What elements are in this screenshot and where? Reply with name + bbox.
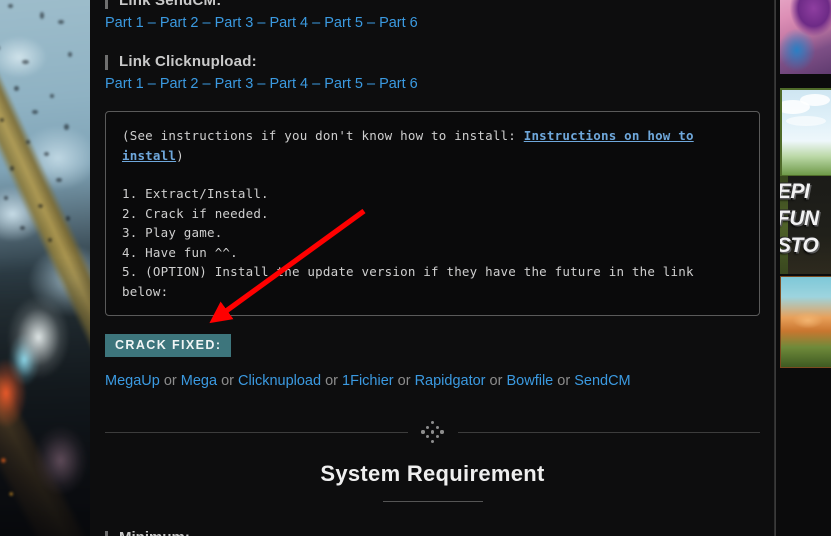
mirror-sep: or [397,373,411,389]
mirror-sep: or [221,373,234,389]
sep: – [198,15,215,31]
sep: – [362,15,380,31]
sendcm-part-3[interactable]: Part 3 [215,15,254,31]
mirror-link-sendcm[interactable]: SendCM [574,373,630,389]
heading-link-sendcm: Link SendCM: [105,0,760,9]
ad-anime-banner[interactable] [780,0,831,74]
right-advertisement-rail: EPI FUN STO [775,0,831,536]
clicknupload-part-2[interactable]: Part 2 [160,76,199,92]
install-instructions-box: (See instructions if you don't know how … [105,111,760,316]
clicknupload-part-6[interactable]: Part 6 [379,76,418,92]
instruction-step: 5. (OPTION) Install the update version i… [122,264,694,299]
mirror-sep: or [557,373,571,389]
sendcm-part-1[interactable]: Part 1 [105,15,144,31]
title-underline [382,501,483,502]
crack-fixed-mirror-links: MegaUp or Mega or Clicknupload or 1Fichi… [105,373,760,389]
ad-epic-fun-store[interactable]: EPI FUN STO [780,176,831,274]
mirror-link-1fichier[interactable]: 1Fichier [342,373,394,389]
left-background-artwork [0,0,90,536]
sep: – [308,15,325,31]
sep: – [253,15,270,31]
crack-fixed-badge: CRACK FIXED: [105,334,232,357]
divider-rule-right [457,431,760,433]
ad-text-line-2: FUN [780,207,819,230]
page-root: Link SendCM: Part 1 – Part 2 – Part 3 – … [0,0,831,536]
mirror-link-bowfile[interactable]: Bowfile [506,373,553,389]
heading-minimum: Minimum: [105,529,760,536]
divider-rule-left [105,431,408,433]
sendcm-part-6[interactable]: Part 6 [379,15,418,31]
sep: – [143,76,160,92]
clicknupload-part-4[interactable]: Part 4 [269,76,308,92]
rail-divider [775,0,776,536]
mirror-sep: or [489,373,503,389]
sep: – [308,76,325,92]
mirror-link-rapidgator[interactable]: Rapidgator [415,373,486,389]
instructions-gap [122,165,743,184]
ad-landscape-banner[interactable] [780,276,831,368]
clicknupload-part-1[interactable]: Part 1 [105,76,144,92]
mirror-sep: or [163,373,177,389]
mirror-link-clicknupload[interactable]: Clicknupload [238,373,321,389]
mirror-link-megaup[interactable]: MegaUp [105,373,160,389]
main-content-column: Link SendCM: Part 1 – Part 2 – Part 3 – … [90,0,775,536]
sendcm-part-2[interactable]: Part 2 [160,15,199,31]
ad-sky-banner[interactable] [780,88,831,177]
clicknupload-part-5[interactable]: Part 5 [324,76,363,92]
instructions-intro-suffix: ) [176,147,184,163]
crack-fixed-badge-row: CRACK FIXED: [105,316,760,357]
instruction-step: 2. Crack if needed. [122,205,269,221]
instructions-intro-prefix: (See instructions if you don't know how … [122,128,524,143]
section-divider [105,421,760,444]
sep: – [143,15,160,31]
diamond-dots-ornament-icon [420,421,446,444]
mirror-sep: or [325,373,338,389]
sep: – [362,76,380,92]
sendcm-part-4[interactable]: Part 4 [269,15,308,31]
heading-link-clicknupload: Link Clicknupload: [105,53,760,70]
mirror-link-mega[interactable]: Mega [181,373,217,389]
ad-text-line-1: EPI [780,180,810,203]
sep: – [198,76,215,92]
instructions-intro-line: (See instructions if you don't know how … [122,126,743,165]
sendcm-part-5[interactable]: Part 5 [324,15,363,31]
sep: – [253,76,270,92]
clicknupload-part-3[interactable]: Part 3 [215,76,254,92]
parts-list-clicknupload: Part 1 – Part 2 – Part 3 – Part 4 – Part… [105,76,760,92]
instruction-step: 3. Play game. [122,225,223,240]
parts-list-sendcm: Part 1 – Part 2 – Part 3 – Part 4 – Part… [105,15,760,31]
page-title-system-requirement: System Requirement [320,461,545,486]
instruction-step: 1. Extract/Install. [122,186,269,201]
artwork-specks-layer [0,0,90,536]
ad-text-line-3: STO [780,234,819,257]
instruction-step: 4. Have fun ^^. [122,244,238,260]
